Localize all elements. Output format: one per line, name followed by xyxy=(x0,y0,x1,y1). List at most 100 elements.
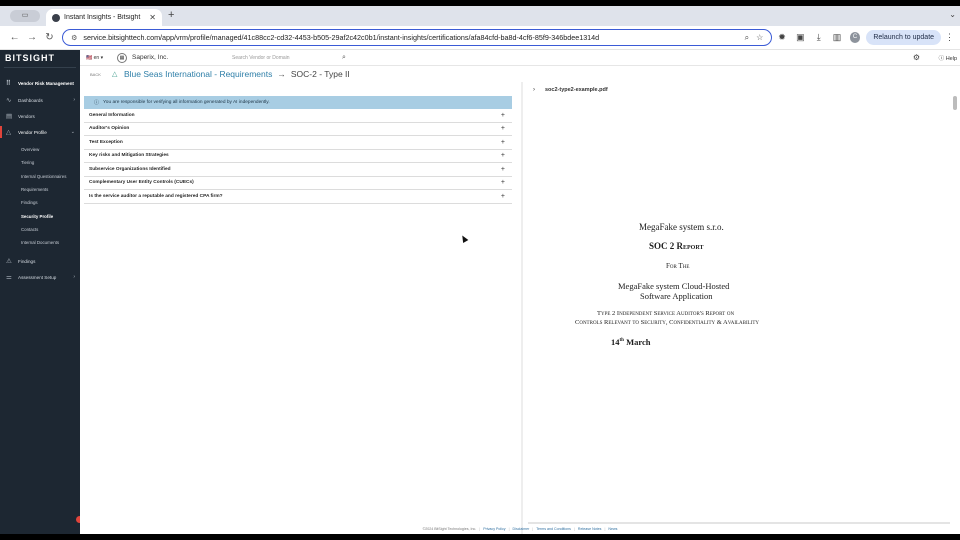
section-auditors-opinion[interactable]: Auditor's Opinion + xyxy=(84,123,512,136)
sliders-icon: ⚌ xyxy=(6,274,12,281)
sidebar-item-findings[interactable]: ⚠ Findings xyxy=(0,255,80,267)
brand-logo[interactable]: BITSIGHT xyxy=(0,50,80,66)
zoom-icon[interactable]: ⌕ xyxy=(745,33,749,43)
profile-avatar[interactable]: C xyxy=(849,32,861,43)
sidebar-item-vendors[interactable]: ▤ Vendors xyxy=(0,110,80,122)
tab-title: Instant Insights - Bitsight xyxy=(64,14,141,21)
expand-plus-icon[interactable]: + xyxy=(501,166,505,173)
help-label: Help xyxy=(945,55,957,62)
doc-system-line2: Software Application xyxy=(640,291,713,301)
warning-icon: ⚠ xyxy=(6,258,12,265)
url-text: service.bitsighttech.com/app/vrm/profile… xyxy=(83,33,600,42)
back-button[interactable]: BACK xyxy=(90,72,112,77)
app-area: BITSIGHT ⠿ Vendor Risk Management ∿ Dash… xyxy=(0,50,960,534)
footer-link-terms[interactable]: Terms and Conditions xyxy=(536,527,571,531)
language-selector[interactable]: 🇺🇸 en ▾ xyxy=(86,55,112,61)
footer-separator: | xyxy=(604,527,606,531)
expand-plus-icon[interactable]: + xyxy=(501,139,505,146)
footer-separator: | xyxy=(532,527,534,531)
sidebar-subitem-requirements[interactable]: Requirements xyxy=(0,184,80,195)
forward-arrow-icon[interactable]: → xyxy=(23,32,40,43)
new-tab-icon[interactable]: + xyxy=(168,9,174,21)
close-tab-icon[interactable]: ✕ xyxy=(149,13,156,22)
section-general-information[interactable]: General Information + xyxy=(84,109,512,123)
tab-search-chevron-icon[interactable]: ⌄ xyxy=(949,10,956,19)
footer-link-release-notes[interactable]: Release Notes xyxy=(578,527,602,531)
doc-for: For The xyxy=(666,262,690,270)
back-arrow-icon[interactable]: ← xyxy=(6,32,23,43)
help-link[interactable]: ⓘ Help xyxy=(939,54,957,62)
expand-plus-icon[interactable]: + xyxy=(501,193,505,200)
breadcrumb-parent-link[interactable]: Blue Seas International - Requirements xyxy=(124,69,272,79)
expand-plus-icon[interactable]: + xyxy=(501,125,505,132)
settings-gear-icon[interactable]: ⚙ xyxy=(913,53,920,62)
section-key-risks[interactable]: Key risks and Mitigation Strategies + xyxy=(84,150,512,163)
chevron-right-icon[interactable]: › xyxy=(533,87,545,93)
sidebar-item-label: Vendor Profile xyxy=(18,129,47,135)
insights-panel: ⓘ You are responsible for verifying all … xyxy=(84,96,512,204)
sidebar-section-vrm[interactable]: ⠿ Vendor Risk Management xyxy=(0,77,80,89)
pdf-horizontal-scrollbar[interactable] xyxy=(528,522,950,524)
sidebar-subitem-internal-documents[interactable]: Internal Documents xyxy=(0,237,80,248)
bookmark-star-icon[interactable]: ☆ xyxy=(756,33,763,42)
pdf-vertical-scrollbar[interactable] xyxy=(953,96,957,110)
download-icon[interactable]: ⤓ xyxy=(810,32,827,43)
organization-icon: ▦ xyxy=(117,52,127,63)
doc-date-month: March xyxy=(623,337,651,347)
chevron-right-icon: › xyxy=(73,274,75,280)
doc-system-line1: MegaFake system Cloud-Hosted xyxy=(618,281,730,291)
doc-type-line1: Type 2 Independent Service Auditor's Rep… xyxy=(597,310,735,317)
breadcrumb-arrow-icon: → xyxy=(277,69,286,79)
warning-triangle-icon: △ xyxy=(6,129,11,136)
section-label: Auditor's Opinion xyxy=(89,126,130,132)
section-cuecs[interactable]: Complementary User Entity Controls (CUEC… xyxy=(84,177,512,190)
search-icon[interactable]: ⌕ xyxy=(342,54,346,62)
pulse-icon: ∿ xyxy=(6,97,12,104)
expand-plus-icon[interactable]: + xyxy=(501,152,505,159)
sidebar-subitem-findings[interactable]: Findings xyxy=(0,197,80,208)
doc-company: MegaFake system s.r.o. xyxy=(639,222,724,232)
doc-type-line2: Controls Relevant to Security, Confident… xyxy=(575,319,760,326)
address-bar[interactable]: ⚙ service.bitsighttech.com/app/vrm/profi… xyxy=(62,29,773,46)
vendor-search-input[interactable]: Search Vendor or Domain xyxy=(232,55,342,61)
info-icon: ⓘ xyxy=(94,100,100,106)
expand-plus-icon[interactable]: + xyxy=(501,112,505,119)
pdf-header[interactable]: › soc2-type2-example.pdf xyxy=(523,82,960,98)
sidebar-item-label: Dashboards xyxy=(18,97,43,103)
browser-window: ▭ Instant Insights - Bitsight ✕ + ⌄ ← → … xyxy=(0,6,960,534)
section-label: Subservice Organizations Identified xyxy=(89,166,171,172)
footer-link-news[interactable]: News xyxy=(608,527,617,531)
sidebar-subitem-overview[interactable]: Overview xyxy=(0,144,80,155)
browser-menu-icon[interactable]: ⋮ xyxy=(945,32,954,43)
sidebar-item-label: Vendors xyxy=(18,113,35,119)
banner-text: You are responsible for verifying all in… xyxy=(103,100,270,105)
footer-separator: | xyxy=(479,527,481,531)
site-info-icon[interactable]: ⚙ xyxy=(71,34,77,42)
sidepanel-icon[interactable]: ▥ xyxy=(828,32,845,43)
sidebar-subitem-contacts[interactable]: Contacts xyxy=(0,224,80,235)
extensions-puzzle-icon[interactable]: ▣ xyxy=(792,32,809,43)
tab-group-icon[interactable]: ▭ xyxy=(10,10,40,22)
sidebar-subitem-internal-questionnaires[interactable]: Internal Questionnaires xyxy=(0,171,80,182)
extension-gear-icon[interactable]: ✹ xyxy=(773,32,790,43)
sidebar-divider xyxy=(4,67,76,68)
footer-link-privacy[interactable]: Privacy Policy xyxy=(483,527,505,531)
relaunch-button[interactable]: Relaunch to update xyxy=(866,30,942,45)
sidebar-subitem-security-profile[interactable]: Security Profile xyxy=(0,211,80,222)
section-test-exception[interactable]: Test Exception + xyxy=(84,136,512,150)
doc-title: SOC 2 Report xyxy=(649,241,704,251)
footer-separator: | xyxy=(508,527,510,531)
footer-link-disclaimer[interactable]: Disclaimer xyxy=(513,527,530,531)
sidebar-item-vendor-profile[interactable]: △ Vendor Profile ⌄ xyxy=(0,126,80,138)
main-content: 🇺🇸 en ▾ ▦ Saperix, Inc. Search Vendor or… xyxy=(80,50,960,534)
organization-name[interactable]: Saperix, Inc. xyxy=(132,54,232,61)
sidebar-item-assessment-setup[interactable]: ⚌ Assessment Setup › xyxy=(0,271,80,283)
section-subservice-organizations[interactable]: Subservice Organizations Identified + xyxy=(84,163,512,177)
sidebar-item-dashboards[interactable]: ∿ Dashboards › xyxy=(0,94,80,106)
sidebar-item-label: Assessment Setup xyxy=(18,274,57,280)
sidebar-subitem-tiering[interactable]: Tiering xyxy=(0,157,80,168)
expand-plus-icon[interactable]: + xyxy=(501,179,505,186)
browser-tab-active[interactable]: Instant Insights - Bitsight ✕ xyxy=(46,9,162,26)
reload-icon[interactable]: ↻ xyxy=(41,32,58,43)
section-cpa-firm[interactable]: Is the service auditor a reputable and r… xyxy=(84,190,512,204)
